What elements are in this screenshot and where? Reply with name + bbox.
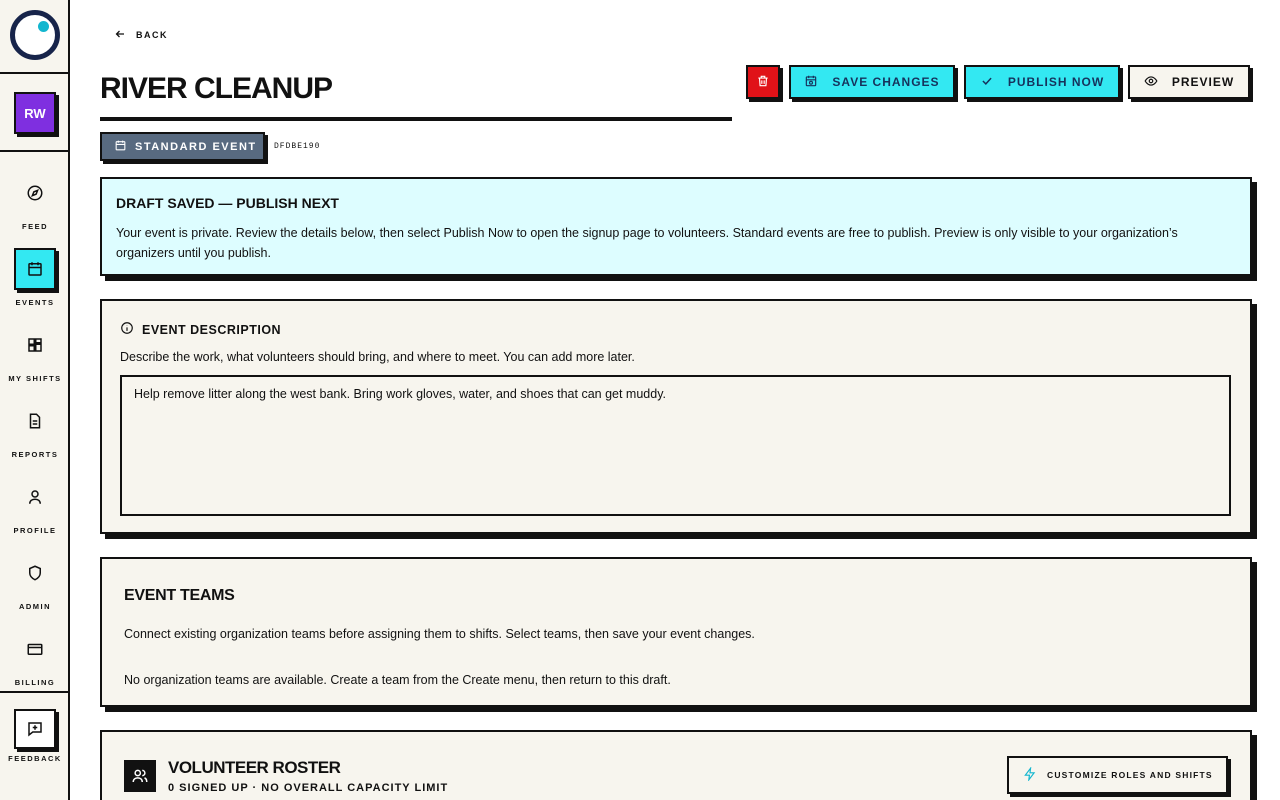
delete-button[interactable] (746, 65, 780, 99)
sidebar-item-label: MY SHIFTS (8, 374, 62, 383)
sidebar-item-profile[interactable]: PROFILE (0, 476, 70, 546)
document-icon (14, 400, 56, 442)
event-teams-card: EVENT TEAMS Connect existing organizatio… (100, 557, 1252, 707)
sidebar-item-reports[interactable]: REPORTS (0, 400, 70, 470)
calendar-icon (114, 139, 127, 155)
save-changes-label: SAVE CHANGES (832, 75, 940, 89)
compass-icon (14, 172, 56, 214)
roster-heading: VOLUNTEER ROSTER (168, 758, 341, 777)
feedback-icon[interactable] (14, 709, 56, 749)
notice-title: DRAFT SAVED — PUBLISH NEXT (116, 195, 339, 211)
lightning-icon (1023, 766, 1037, 783)
roster-subtitle: 0 SIGNED UP · NO OVERALL CAPACITY LIMIT (168, 782, 449, 794)
publish-now-button[interactable]: PUBLISH NOW (964, 65, 1120, 99)
draft-notice: DRAFT SAVED — PUBLISH NEXT Your event is… (100, 177, 1252, 276)
sidebar-item-events[interactable]: EVENTS (0, 248, 70, 318)
notice-body: Your event is private. Review the detail… (116, 226, 1178, 260)
arrow-left-icon (114, 28, 126, 42)
sidebar-item-label: FEED (21, 222, 48, 231)
calendar-save-icon (804, 74, 818, 91)
back-label: BACK (136, 30, 168, 40)
sidebar-item-billing[interactable]: BILLING (0, 628, 70, 698)
sidebar-item-label: EVENTS (15, 298, 55, 307)
teams-intro: Connect existing organization teams befo… (124, 627, 755, 641)
sidebar-item-label: REPORTS (11, 450, 59, 459)
event-id: DFDBE190 (274, 142, 321, 151)
publish-now-label: PUBLISH NOW (1007, 75, 1105, 89)
logo-dot (38, 21, 49, 32)
sidebar-item-my-shifts[interactable]: MY SHIFTS (0, 324, 70, 394)
eye-icon (1144, 74, 1158, 91)
avatar[interactable]: RW (14, 92, 56, 134)
info-icon (120, 321, 134, 338)
title-underline (100, 117, 732, 121)
teams-heading: EVENT TEAMS (124, 587, 235, 604)
shield-icon (14, 552, 56, 594)
app-logo[interactable] (10, 10, 60, 60)
sidebar-item-label: BILLING (14, 678, 56, 687)
customize-roles-label: CUSTOMIZE ROLES AND SHIFTS (1047, 770, 1213, 780)
save-changes-button[interactable]: SAVE CHANGES (789, 65, 955, 99)
user-icon (14, 476, 56, 518)
section-heading: EVENT DESCRIPTION (120, 321, 1232, 338)
sidebar-item-admin[interactable]: ADMIN (0, 552, 70, 622)
feedback-label[interactable]: FEEDBACK (0, 754, 70, 763)
teams-empty-message: No organization teams are available. Cre… (124, 673, 671, 687)
credit-card-icon (14, 628, 56, 670)
event-type-label: STANDARD EVENT (135, 140, 257, 153)
users-icon (124, 760, 156, 792)
check-icon (980, 74, 994, 91)
event-description-card: EVENT DESCRIPTION Describe the work, wha… (100, 299, 1252, 534)
customize-roles-button[interactable]: CUSTOMIZE ROLES AND SHIFTS (1007, 756, 1228, 794)
sidebar-item-label: PROFILE (13, 526, 57, 535)
description-hint: Describe the work, what volunteers shoul… (120, 350, 635, 364)
grid-icon (14, 324, 56, 366)
sidebar-item-feed[interactable]: FEED (0, 172, 70, 242)
page-title: RIVER CLEANUP (100, 72, 333, 105)
sidebar-item-label: ADMIN (18, 602, 52, 611)
preview-button[interactable]: PREVIEW (1128, 65, 1250, 99)
trash-icon (756, 74, 770, 91)
sidebar-divider (0, 691, 70, 693)
calendar-icon (14, 248, 56, 290)
back-link[interactable]: BACK (114, 28, 168, 42)
volunteer-roster-card: VOLUNTEER ROSTER 0 SIGNED UP · NO OVERAL… (100, 730, 1252, 800)
description-textarea[interactable]: Help remove litter along the west bank. … (120, 375, 1231, 516)
preview-label: PREVIEW (1171, 75, 1235, 89)
sidebar-divider (0, 150, 70, 152)
sidebar: RW FEED EVENTS MY SHIFTS REPORTS PROFILE (0, 0, 70, 800)
sidebar-divider (0, 72, 70, 74)
event-type-badge[interactable]: STANDARD EVENT (100, 132, 265, 161)
description-heading: EVENT DESCRIPTION (142, 322, 282, 337)
